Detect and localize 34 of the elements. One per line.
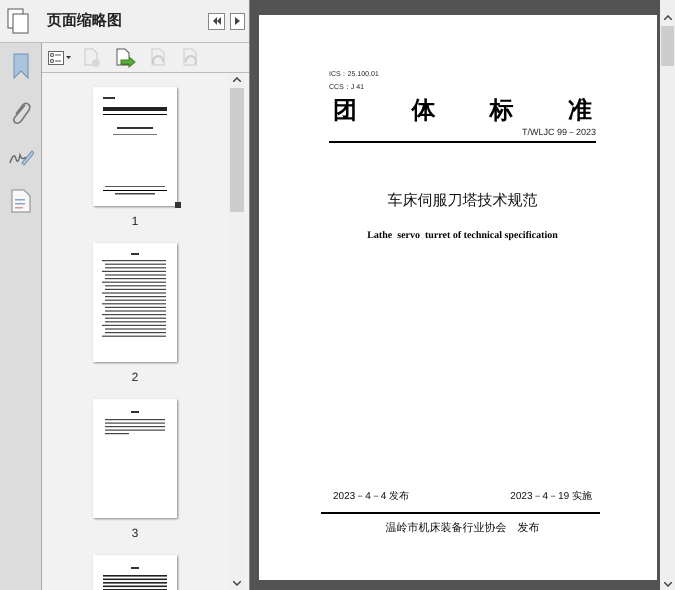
page-thumbnail[interactable] — [93, 243, 177, 362]
right-arrow-icon — [235, 17, 240, 25]
page-thumbnail[interactable] — [93, 399, 177, 518]
insert-page-icon[interactable] — [115, 48, 137, 68]
publish-date: 2023－4－4 发布 — [333, 490, 410, 504]
page-number: 3 — [132, 525, 138, 542]
collapse-button[interactable] — [208, 12, 225, 30]
scroll-up-icon[interactable] — [664, 15, 672, 20]
scrollbar-thumb[interactable] — [230, 88, 244, 212]
scroll-down-icon[interactable] — [664, 582, 672, 587]
english-title: Lathe servo turret of technical specification — [367, 228, 558, 242]
publisher: 温岭市机床装备行业协会 发布 — [386, 520, 540, 536]
standard-heading: 标 — [490, 96, 514, 126]
scrollbar-thumb[interactable] — [661, 26, 674, 66]
caret-icon — [66, 56, 71, 59]
options-button[interactable] — [48, 50, 71, 64]
scroll-up-icon[interactable] — [232, 77, 240, 82]
document-title: 车床伺服刀塔技术规范 — [388, 190, 538, 210]
page-number: 1 — [132, 213, 138, 230]
page-thumbnail[interactable] — [93, 87, 177, 206]
scroll-down-icon[interactable] — [232, 581, 240, 586]
standard-heading: 团 — [333, 96, 357, 126]
selection-handle[interactable] — [175, 202, 181, 208]
standard-heading: 体 — [411, 96, 436, 126]
implement-date: 2023－4－19 实施 — [510, 490, 592, 504]
list-options-icon — [48, 50, 64, 64]
standard-heading: 准 — [568, 96, 592, 126]
page-number: 2 — [132, 369, 138, 386]
standard-code: T/WLJC 99－2023 — [522, 126, 596, 138]
double-left-arrow-icon — [212, 17, 222, 25]
next-button[interactable] — [230, 12, 245, 30]
document-icon[interactable] — [10, 189, 30, 213]
panel-title: 页面缩略图 — [47, 10, 122, 31]
pages-icon[interactable] — [7, 8, 29, 34]
